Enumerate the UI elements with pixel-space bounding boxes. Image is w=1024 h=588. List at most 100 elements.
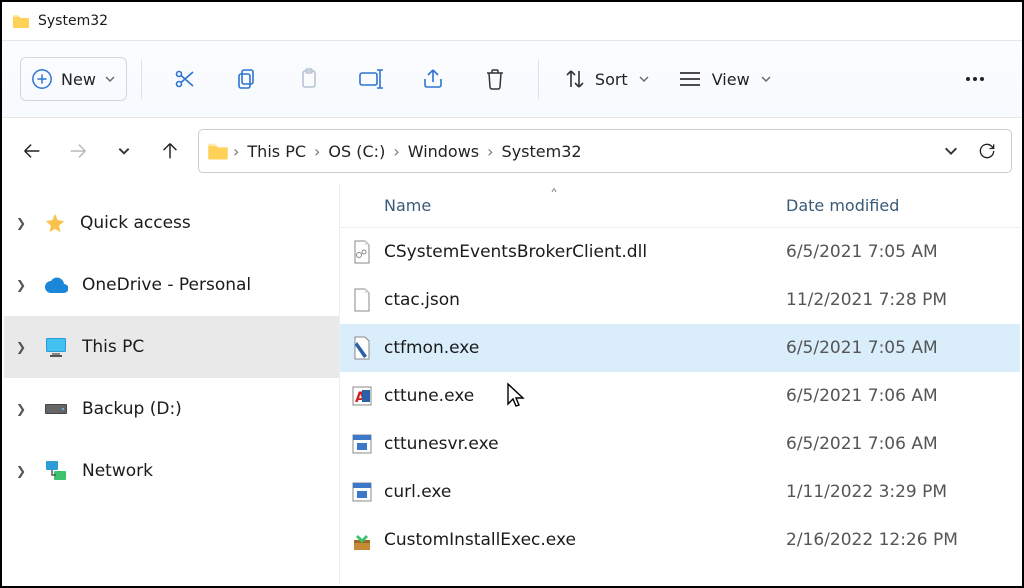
cloud-icon xyxy=(44,276,68,294)
file-date: 6/5/2021 7:05 AM xyxy=(778,242,938,262)
sort-button[interactable]: Sort xyxy=(553,56,662,102)
nav-label: Quick access xyxy=(80,213,191,233)
nav-label: Backup (D:) xyxy=(82,399,182,419)
file-name: cttunesvr.exe xyxy=(384,434,778,454)
rename-button[interactable] xyxy=(342,56,400,102)
nav-label: This PC xyxy=(82,337,144,357)
breadcrumb-system32[interactable]: System32 xyxy=(498,142,586,161)
plus-circle-icon xyxy=(31,68,53,90)
command-bar: New Sort View xyxy=(2,40,1022,118)
expand-icon[interactable]: ❯ xyxy=(16,216,30,230)
file-date: 6/5/2021 7:06 AM xyxy=(778,386,938,406)
copy-button[interactable] xyxy=(218,56,276,102)
chevron-down-icon xyxy=(638,73,650,85)
titlebar: System32 xyxy=(2,2,1022,40)
share-button[interactable] xyxy=(404,56,462,102)
more-button[interactable] xyxy=(946,56,1004,102)
file-icon xyxy=(340,528,384,552)
file-row[interactable]: ctfmon.exe6/5/2021 7:05 AM xyxy=(340,324,1020,372)
nav-backup[interactable]: ❯ Backup (D:) xyxy=(4,378,339,440)
file-date: 6/5/2021 7:06 AM xyxy=(778,434,938,454)
star-icon xyxy=(44,212,66,234)
back-button[interactable] xyxy=(14,133,50,169)
file-name: curl.exe xyxy=(384,482,778,502)
view-icon xyxy=(678,70,702,88)
view-label: View xyxy=(712,70,750,89)
separator xyxy=(538,59,539,99)
file-icon xyxy=(340,240,384,264)
arrow-up-icon xyxy=(159,140,181,162)
rename-icon xyxy=(358,67,384,91)
view-button[interactable]: View xyxy=(666,56,784,102)
file-list: Name ˄ Date modified CSystemEventsBroker… xyxy=(340,184,1020,584)
breadcrumb-separator: › xyxy=(487,142,493,161)
expand-icon[interactable]: ❯ xyxy=(16,340,30,354)
file-icon xyxy=(340,336,384,360)
paste-button[interactable] xyxy=(280,56,338,102)
column-name[interactable]: Name ˄ xyxy=(340,196,778,215)
file-row[interactable]: curl.exe1/11/2022 3:29 PM xyxy=(340,468,1020,516)
file-date: 6/5/2021 7:05 AM xyxy=(778,338,938,358)
folder-icon xyxy=(12,12,30,30)
breadcrumb-this-pc[interactable]: This PC xyxy=(243,142,310,161)
forward-button[interactable] xyxy=(60,133,96,169)
file-name: CustomInstallExec.exe xyxy=(384,530,778,550)
share-icon xyxy=(421,67,445,91)
breadcrumb-separator: › xyxy=(393,142,399,161)
nav-quick-access[interactable]: ❯ Quick access xyxy=(4,192,339,254)
folder-icon xyxy=(207,140,229,162)
address-row: › This PC › OS (C:) › Windows › System32 xyxy=(2,118,1022,184)
expand-icon[interactable]: ❯ xyxy=(16,402,30,416)
file-icon xyxy=(340,434,384,454)
refresh-icon[interactable] xyxy=(977,141,997,161)
file-row[interactable]: ctac.json11/2/2021 7:28 PM xyxy=(340,276,1020,324)
nav-network[interactable]: ❯ Network xyxy=(4,440,339,502)
file-icon xyxy=(340,288,384,312)
delete-button[interactable] xyxy=(466,56,524,102)
trash-icon xyxy=(484,67,506,91)
arrow-left-icon xyxy=(21,140,43,162)
paste-icon xyxy=(297,67,321,91)
scissors-icon xyxy=(173,67,197,91)
chevron-down-icon xyxy=(117,144,131,158)
breadcrumb-os-c[interactable]: OS (C:) xyxy=(324,142,389,161)
new-label: New xyxy=(61,70,96,89)
file-date: 2/16/2022 12:26 PM xyxy=(778,530,958,550)
nav-label: OneDrive - Personal xyxy=(82,275,251,295)
file-row[interactable]: CustomInstallExec.exe2/16/2022 12:26 PM xyxy=(340,516,1020,564)
column-headers: Name ˄ Date modified xyxy=(340,184,1020,228)
sort-indicator-icon: ˄ xyxy=(550,186,558,205)
network-icon xyxy=(44,460,68,482)
nav-label: Network xyxy=(82,461,153,481)
drive-icon xyxy=(44,401,68,417)
expand-icon[interactable]: ❯ xyxy=(16,278,30,292)
recent-button[interactable] xyxy=(106,133,142,169)
up-button[interactable] xyxy=(152,133,188,169)
copy-icon xyxy=(235,67,259,91)
file-name: cttune.exe xyxy=(384,386,778,406)
navigation-pane: ❯ Quick access ❯ OneDrive - Personal ❯ T… xyxy=(4,184,340,584)
file-icon: A xyxy=(340,385,384,407)
file-date: 11/2/2021 7:28 PM xyxy=(778,290,947,310)
window-title: System32 xyxy=(38,13,108,29)
chevron-down-icon xyxy=(104,73,116,85)
file-name: ctfmon.exe xyxy=(384,338,778,358)
breadcrumb-windows[interactable]: Windows xyxy=(404,142,483,161)
file-row[interactable]: cttunesvr.exe6/5/2021 7:06 AM xyxy=(340,420,1020,468)
file-row[interactable]: Acttune.exe6/5/2021 7:06 AM xyxy=(340,372,1020,420)
file-name: ctac.json xyxy=(384,290,778,310)
monitor-icon xyxy=(44,336,68,358)
address-bar[interactable]: › This PC › OS (C:) › Windows › System32 xyxy=(198,129,1012,173)
file-row[interactable]: CSystemEventsBrokerClient.dll6/5/2021 7:… xyxy=(340,228,1020,276)
cut-button[interactable] xyxy=(156,56,214,102)
breadcrumb-separator: › xyxy=(314,142,320,161)
expand-icon[interactable]: ❯ xyxy=(16,464,30,478)
nav-onedrive[interactable]: ❯ OneDrive - Personal xyxy=(4,254,339,316)
breadcrumb-separator: › xyxy=(233,142,239,161)
file-date: 1/11/2022 3:29 PM xyxy=(778,482,947,502)
new-button[interactable]: New xyxy=(20,57,127,101)
nav-this-pc[interactable]: ❯ This PC xyxy=(4,316,339,378)
arrow-right-icon xyxy=(67,140,89,162)
column-date[interactable]: Date modified xyxy=(778,196,899,215)
chevron-down-icon[interactable] xyxy=(943,143,959,159)
